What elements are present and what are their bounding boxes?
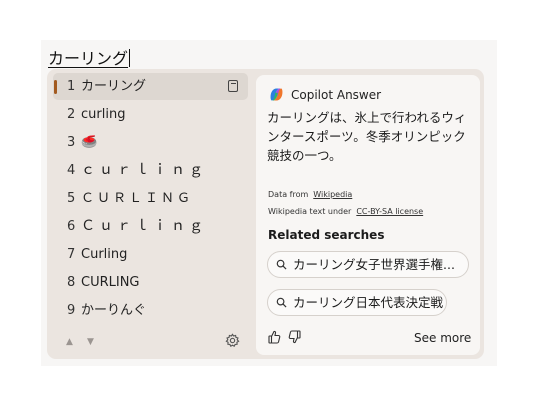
candidate-text: ＣＵＲＬＩＮＧ xyxy=(81,191,194,206)
curling-stone-emoji: 🥌 xyxy=(81,135,98,150)
related-search-text: カーリング日本代表決定戦 xyxy=(293,295,444,310)
feedback-icons xyxy=(268,330,301,344)
license-line: Wikipedia text under CC-BY-SA license xyxy=(268,206,423,217)
triangle-up-icon[interactable]: ▲ xyxy=(66,336,73,348)
related-search-text: カーリング女子世界選手権... xyxy=(293,257,455,272)
source-line: Data from Wikipedia xyxy=(268,189,352,200)
candidate-9[interactable]: 9 かーりんぐ xyxy=(53,297,248,324)
candidate-text: かーりんぐ xyxy=(81,303,147,318)
candidate-2[interactable]: 2 curling xyxy=(53,101,248,128)
text-caret xyxy=(129,49,131,67)
see-more-link[interactable]: See more xyxy=(414,331,471,345)
composition-text: カーリング xyxy=(48,49,129,68)
source-label: Data from xyxy=(268,190,309,199)
candidate-number: 7 xyxy=(67,247,76,262)
related-search-chip-2[interactable]: カーリング日本代表決定戦 xyxy=(267,289,447,316)
screen: カーリング 1 カーリング 2 curling 3 🥌 4 ｃｕｒｌｉｎｇ 5 … xyxy=(0,0,540,405)
candidate-number: 4 xyxy=(67,163,76,178)
candidate-6[interactable]: 6 Ｃｕｒｌｉｎｇ xyxy=(53,213,248,240)
candidate-text: CURLING xyxy=(81,275,140,290)
selection-indicator xyxy=(54,80,57,94)
candidate-number: 8 xyxy=(67,275,76,290)
candidate-8[interactable]: 8 CURLING xyxy=(53,269,248,296)
candidate-4[interactable]: 4 ｃｕｒｌｉｎｇ xyxy=(53,157,248,184)
candidate-number: 6 xyxy=(67,219,76,234)
candidate-number: 2 xyxy=(67,107,76,122)
wikipedia-link[interactable]: Wikipedia xyxy=(313,190,352,199)
copilot-answer-panel: Copilot Answer カーリングは、氷上で行われるウィンタースポーツ。冬… xyxy=(256,75,480,355)
related-searches-heading: Related searches xyxy=(268,228,385,242)
license-link[interactable]: CC-BY-SA license xyxy=(356,207,423,216)
candidate-number: 1 xyxy=(67,79,76,94)
ime-candidate-window: 1 カーリング 2 curling 3 🥌 4 ｃｕｒｌｉｎｇ 5 ＣＵＲＬＩＮ… xyxy=(47,69,484,359)
gear-icon[interactable] xyxy=(225,333,240,348)
related-search-chip-1[interactable]: カーリング女子世界選手権... xyxy=(267,251,469,278)
thumbs-up-icon[interactable] xyxy=(268,330,281,344)
candidate-5[interactable]: 5 ＣＵＲＬＩＮＧ xyxy=(53,185,248,212)
search-icon xyxy=(276,259,287,270)
candidate-7[interactable]: 7 Curling xyxy=(53,241,248,268)
candidate-text: カーリング xyxy=(81,79,147,94)
copilot-logo-icon xyxy=(270,88,283,101)
candidate-text: ｃｕｒｌｉｎｇ xyxy=(81,162,207,178)
candidate-1[interactable]: 1 カーリング xyxy=(53,73,248,100)
candidate-text: Ｃｕｒｌｉｎｇ xyxy=(81,218,207,234)
candidate-text: Curling xyxy=(81,247,128,262)
triangle-down-icon[interactable]: ▼ xyxy=(87,336,94,348)
candidate-number: 9 xyxy=(67,303,76,318)
search-icon xyxy=(276,297,287,308)
thumbs-down-icon[interactable] xyxy=(288,330,301,344)
candidate-3[interactable]: 3 🥌 xyxy=(53,129,248,156)
composition-string: カーリング xyxy=(48,49,131,69)
license-label: Wikipedia text under xyxy=(268,207,352,216)
candidate-number: 5 xyxy=(67,191,76,206)
candidate-number: 3 xyxy=(67,135,76,150)
document-icon[interactable] xyxy=(228,80,238,92)
candidate-list: 1 カーリング 2 curling 3 🥌 4 ｃｕｒｌｉｎｇ 5 ＣＵＲＬＩＮ… xyxy=(53,73,249,321)
copilot-answer-text: カーリングは、氷上で行われるウィンタースポーツ。冬季オリンピック競技の一つ。 xyxy=(267,110,467,163)
candidate-text: curling xyxy=(81,107,126,122)
copilot-title: Copilot Answer xyxy=(291,88,382,102)
